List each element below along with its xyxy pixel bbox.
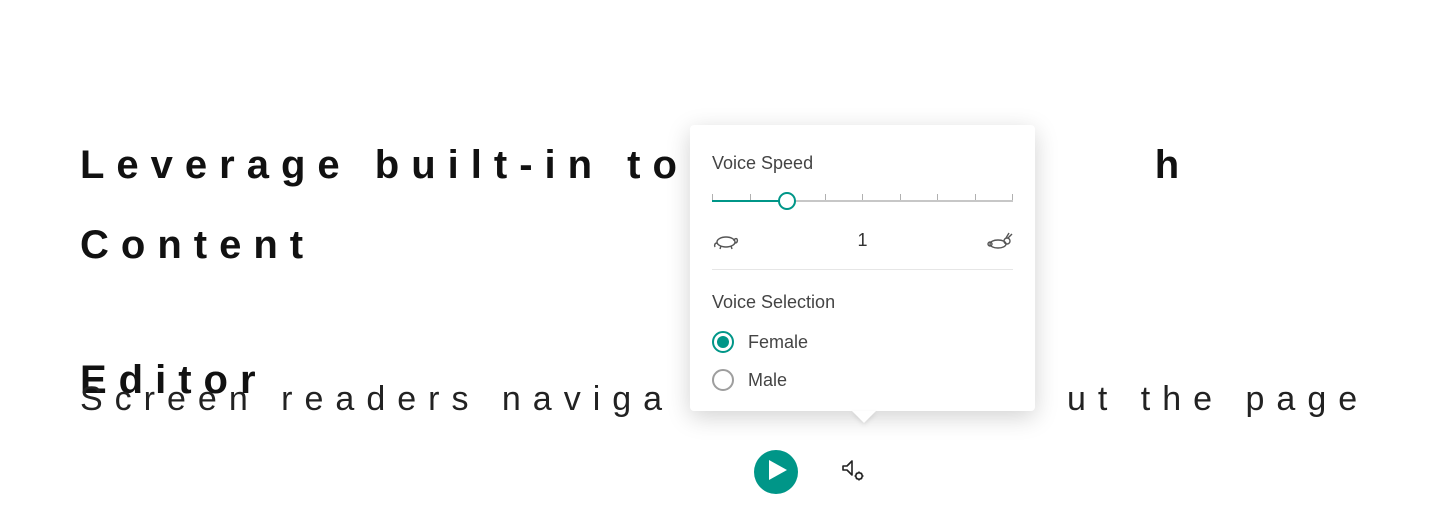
radio-label: Male — [748, 370, 787, 391]
turtle-icon — [712, 232, 740, 250]
voice-speed-value: 1 — [857, 230, 867, 251]
audio-settings-button[interactable] — [838, 457, 868, 487]
play-icon — [766, 460, 787, 485]
radio-label: Female — [748, 332, 808, 353]
audio-settings-icon — [840, 457, 866, 488]
voice-option-male[interactable]: Male — [712, 369, 1013, 391]
voice-selection-label: Voice Selection — [712, 292, 1013, 313]
body-suffix: ut the page — [1067, 380, 1369, 418]
voice-selection-group: Female Male — [712, 331, 1013, 391]
body-prefix: Screen readers naviga — [80, 380, 674, 418]
heading-line1-prefix: Leverage built-in tool — [80, 143, 748, 187]
voice-option-female[interactable]: Female — [712, 331, 1013, 353]
voice-speed-label: Voice Speed — [712, 153, 1013, 174]
slider-fill — [712, 200, 787, 202]
play-button[interactable] — [754, 450, 798, 494]
voice-speed-slider[interactable] — [712, 192, 1013, 220]
rabbit-icon — [985, 232, 1013, 250]
voice-settings-popover: Voice Speed 1 — [690, 125, 1035, 411]
radio-icon — [712, 369, 734, 391]
radio-icon — [712, 331, 734, 353]
slider-thumb[interactable] — [778, 192, 796, 210]
